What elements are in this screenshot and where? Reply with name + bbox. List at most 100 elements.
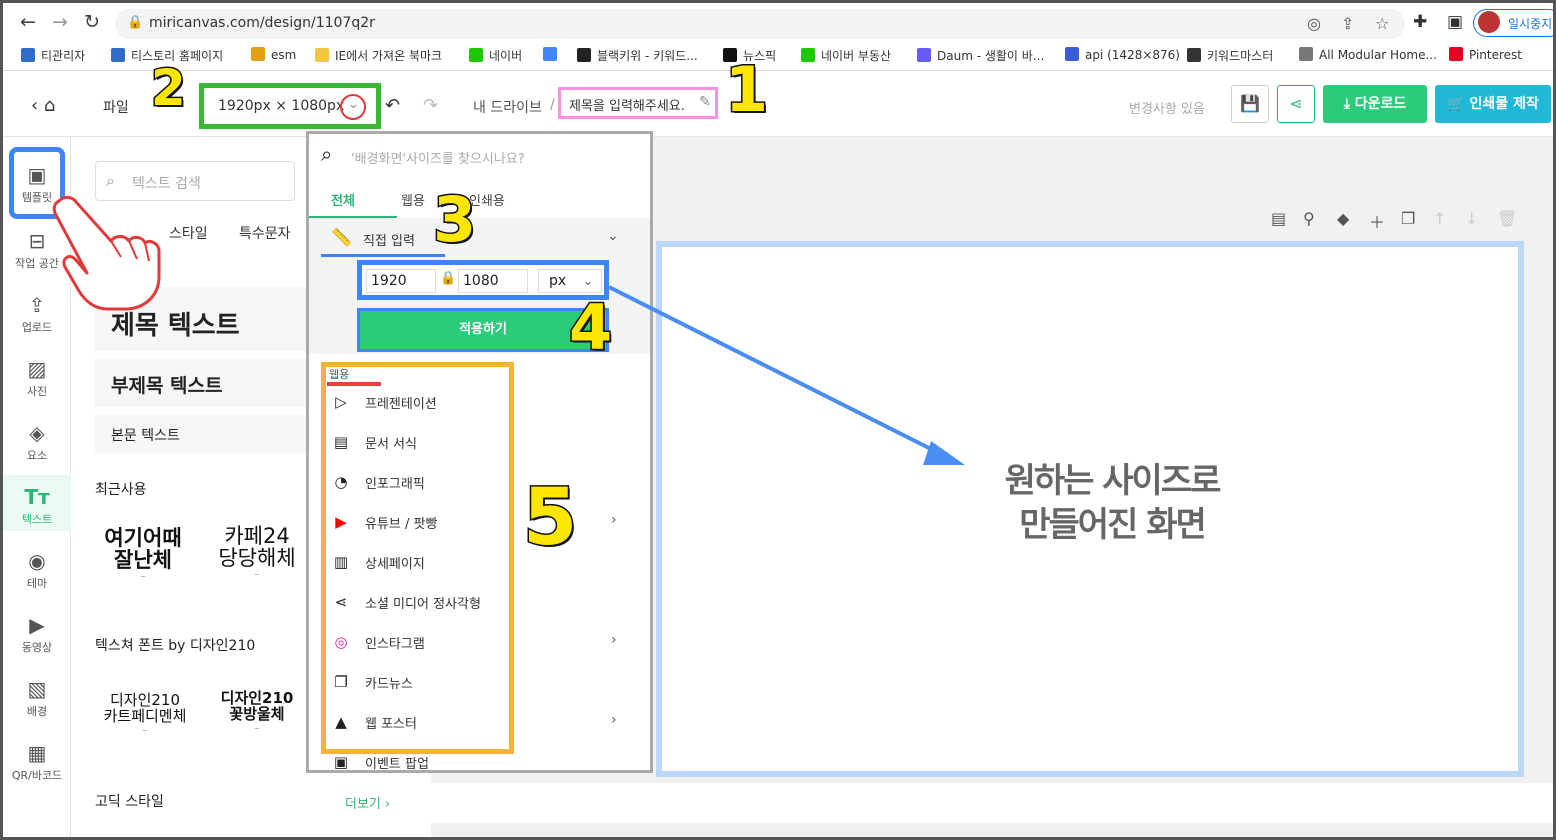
rail-item-theme[interactable]: ◉ 테마: [3, 543, 71, 603]
document-title-field[interactable]: 제목을 입력해주세요. ✎: [558, 87, 718, 119]
bookmark-item[interactable]: 티관리자: [21, 47, 85, 67]
direct-input-label[interactable]: 직접 입력: [363, 230, 415, 249]
annotation-number-4: 4: [567, 291, 613, 364]
background-pattern-icon: ▧: [27, 677, 47, 701]
forward-arrow-icon[interactable]: →: [49, 11, 71, 33]
pin-icon[interactable]: ⚲: [1303, 209, 1315, 228]
chevron-down-icon: ⌄: [348, 97, 359, 112]
ruler-icon: 📏: [331, 228, 353, 248]
photo-icon: ▨: [27, 357, 47, 381]
download-button[interactable]: ⤓ 다운로드: [1323, 85, 1427, 123]
bookmark-item[interactable]: 네이버 부동산: [801, 47, 891, 67]
tab-special-chars[interactable]: 특수문자: [239, 223, 291, 243]
naver-icon: [801, 48, 815, 62]
bookmark-item[interactable]: All Modular Home...: [1299, 47, 1437, 67]
rail-item-qr[interactable]: ▦ QR/바코드: [3, 735, 71, 795]
canvas-size-label: 1920px × 1080px: [218, 98, 345, 114]
share-button[interactable]: ⋖: [1277, 85, 1315, 123]
size-dropdown-toggle[interactable]: ⌄: [340, 94, 366, 120]
bookmark-item[interactable]: 블랙키위 - 키워드...: [577, 47, 698, 67]
annotation-number-1: 1: [723, 53, 769, 126]
bookmark-item[interactable]: 키워드마스터: [1187, 47, 1273, 67]
canvas-size-selector[interactable]: 1920px × 1080px ⌄: [199, 83, 381, 129]
share-icon[interactable]: ⇪: [1341, 14, 1354, 33]
address-bar[interactable]: 🔒 miricanvas.com/design/1107q2r ◎ ⇪ ☆: [115, 9, 1405, 39]
fill-icon[interactable]: ◆: [1337, 209, 1349, 228]
reload-icon[interactable]: ↻: [81, 11, 103, 33]
bookmark-item[interactable]: esm: [251, 47, 296, 67]
page-toolbar: ▤ ⚲ ◆ ＋ ❐ ↑ ↓ 🗑: [1271, 209, 1551, 233]
height-input[interactable]: 1080: [458, 269, 528, 293]
font-sample-card[interactable]: 카페24 당당해체 —: [207, 525, 307, 578]
subtitle-text-preset[interactable]: 부제목 텍스트: [95, 359, 315, 407]
font-sample-caption: —: [142, 727, 148, 734]
bookmark-item[interactable]: Pinterest: [1449, 47, 1522, 67]
web-list-highlight-box: [321, 362, 514, 754]
popup-icon: ▣: [333, 753, 349, 771]
rail-item-video[interactable]: ▶ 동영상: [3, 607, 71, 667]
bookmark-item[interactable]: [543, 47, 563, 67]
search-icon: ⌕: [106, 171, 115, 190]
chevron-down-icon: ⌄: [582, 274, 593, 288]
canvas-bottom-bar: [431, 783, 1553, 823]
tab-all[interactable]: 전체: [331, 190, 355, 209]
font-sample-caption: —: [140, 574, 146, 581]
design-canvas[interactable]: 원하는 사이즈로 만들어진 화면: [656, 241, 1524, 777]
print-order-button[interactable]: 🛒 인쇄물 제작: [1435, 85, 1551, 123]
annotation-number-5: 5: [521, 473, 578, 563]
breadcrumb-my-drive[interactable]: 내 드라이브: [473, 97, 542, 117]
duplicate-icon[interactable]: ❐: [1401, 209, 1415, 228]
search-icon: ⌕: [321, 142, 333, 166]
size-search-input[interactable]: '배경화면'사이즈를 찾으시나요?: [351, 148, 525, 167]
unit-select[interactable]: px ⌄: [538, 269, 602, 293]
bookmark-item[interactable]: api (1428×876): [1065, 47, 1180, 67]
text-icon: Tт: [24, 485, 50, 509]
chevron-right-icon: ›: [611, 712, 617, 728]
star-icon[interactable]: ☆: [1375, 14, 1389, 33]
move-down-icon[interactable]: ↓: [1465, 209, 1478, 228]
bookmark-favicon-icon: [251, 47, 265, 61]
api-icon: [1065, 47, 1079, 61]
rail-item-text[interactable]: Tт 텍스트: [3, 479, 71, 539]
bookmark-item[interactable]: 네이버: [469, 47, 522, 67]
qr-code-icon: ▦: [27, 741, 47, 765]
eye-off-icon[interactable]: ◎: [1307, 14, 1321, 33]
pointing-hand-icon: [52, 195, 161, 311]
profile-avatar[interactable]: [1478, 11, 1500, 33]
back-home-icon[interactable]: ‹ ⌂: [31, 95, 55, 116]
save-button[interactable]: 💾: [1231, 85, 1269, 123]
chevron-down-icon[interactable]: ⌄: [607, 228, 619, 244]
play-circle-icon: ▶: [29, 613, 45, 637]
trash-icon[interactable]: 🗑: [1497, 209, 1517, 228]
chevron-right-icon: ›: [611, 512, 617, 528]
lock-ratio-icon[interactable]: 🔒: [440, 271, 456, 286]
font-sample-card[interactable]: 디자인210 카트페디멘체 —: [95, 692, 195, 734]
font-sample-card[interactable]: 여기어때 잘난체 —: [95, 527, 191, 580]
undo-icon[interactable]: ↶: [385, 95, 400, 116]
body-text-preset[interactable]: 본문 텍스트: [95, 415, 315, 453]
tab-web[interactable]: 웹용: [401, 190, 425, 209]
bookmark-item[interactable]: Daum - 생활이 바...: [917, 47, 1044, 67]
tab-style[interactable]: 스타일: [169, 223, 208, 243]
rail-item-background[interactable]: ▧ 배경: [3, 671, 71, 731]
font-sample-caption: —: [254, 572, 260, 579]
add-page-icon[interactable]: ＋: [1369, 209, 1385, 233]
memo-icon[interactable]: ▤: [1271, 209, 1286, 228]
extensions-icon[interactable]: ✚: [1413, 12, 1427, 32]
file-menu[interactable]: 파일: [103, 97, 129, 117]
rail-item-elements[interactable]: ◈ 요소: [3, 415, 71, 475]
document-title-text: 제목을 입력해주세요.: [569, 99, 685, 114]
editor-header: ‹ ⌂ 파일 1920px × 1080px ⌄ ↶ ↷ 내 드라이브 / 제목…: [3, 71, 1553, 137]
more-link[interactable]: 더보기 ›: [345, 793, 390, 812]
bookmark-item[interactable]: IE에서 가져온 북마크: [315, 47, 442, 67]
back-arrow-icon[interactable]: ←: [17, 11, 39, 33]
font-sample-card[interactable]: 디자인210 꽃방울체 —: [207, 690, 307, 732]
screenshot-frame: ← → ↻ 🔒 miricanvas.com/design/1107q2r ◎ …: [0, 0, 1556, 840]
save-icon: 💾: [1240, 94, 1260, 113]
rail-item-photo[interactable]: ▨ 사진: [3, 351, 71, 411]
width-input[interactable]: 1920: [366, 269, 436, 293]
pinterest-icon: [1449, 47, 1463, 61]
redo-icon[interactable]: ↷: [423, 95, 438, 116]
sidebar-toggle-icon[interactable]: ▣: [1447, 12, 1463, 32]
move-up-icon[interactable]: ↑: [1433, 209, 1446, 228]
